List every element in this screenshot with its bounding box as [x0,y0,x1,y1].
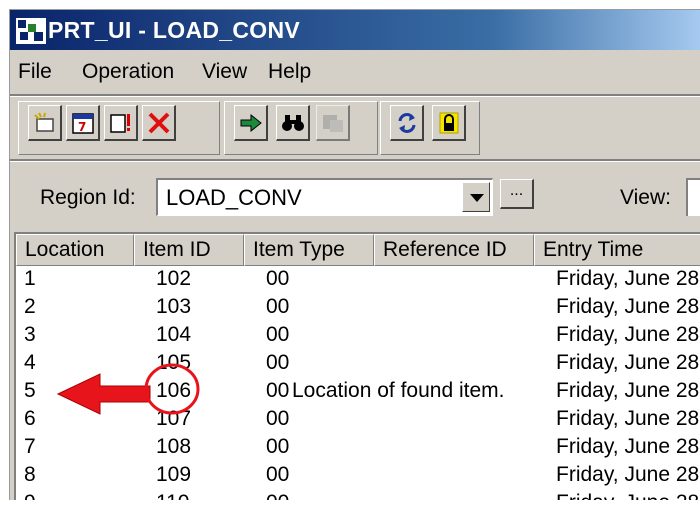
item-id-cell: 107 [156,407,192,430]
item-type-cell: 00 [266,490,289,500]
item-id-cell: 105 [156,351,192,374]
alert-document-icon [110,114,130,133]
entry-time-cell: Friday, June 28, [556,435,700,458]
delete-button[interactable] [142,105,176,141]
entry-time-cell: Friday, June 28, [556,267,700,290]
location-cell: 6 [24,407,36,430]
menu-operation[interactable]: Operation [82,60,174,84]
region-panel: Region Id: LOAD_CONV ... View: [10,162,700,236]
region-browse-button[interactable]: ... [500,179,534,209]
find-button[interactable] [276,105,310,141]
item-type-cell: 00 [266,379,290,402]
app-icon [16,18,46,44]
alert-document-button[interactable] [104,105,138,141]
view-select[interactable] [686,178,700,216]
menu-bar: File Operation View Help [10,50,700,94]
column-header-location[interactable]: Location [16,234,134,266]
table-row[interactable]: 5 106 00 Location of found item. Friday, Jun… [16,378,700,406]
item-id-cell: 103 [156,295,192,318]
new-button[interactable] [28,105,62,141]
delete-icon [148,112,170,134]
table-row[interactable]: 2 103 00 Friday, June 28, [16,294,700,322]
item-type-cell: 00 [266,267,290,290]
item-type-cell: 00 [266,407,290,430]
find-next-icon [323,115,343,132]
location-cell: 9 [24,490,36,500]
window-title: PRT_UI - LOAD_CONV [48,17,301,43]
item-type-cell: 00 [266,323,290,346]
entry-time-cell: Friday, June 28, [556,295,700,318]
table-row[interactable]: 3 104 00 Friday, June 28, [16,322,700,350]
region-id-value: LOAD_CONV [166,185,302,210]
item-id-cell: 110 [156,490,189,500]
item-id-cell: 102 [156,267,192,290]
region-dropdown-button[interactable] [462,182,490,212]
menu-file[interactable]: File [18,60,52,84]
item-type-cell: 00 [266,351,290,374]
item-list[interactable]: Location Item ID Item Type Reference ID … [14,232,700,500]
entry-time-cell: Friday, June 28, [556,323,700,346]
table-row[interactable]: 9 110 00 Friday, June 28, [16,490,700,500]
table-row[interactable]: 7 108 00 Friday, June 28, [16,434,700,462]
go-arrow-icon [240,113,262,133]
calendar-button[interactable]: 7 [66,105,100,141]
reference-id-cell: Location of found item. [292,379,505,402]
table-row[interactable]: 4 105 00 Friday, June 28, [16,350,700,378]
table-row[interactable]: 6 107 00 Friday, June 28, [16,406,700,434]
item-id-cell: 104 [156,323,192,346]
refresh-button[interactable] [390,105,424,141]
location-cell: 7 [24,435,36,458]
lock-icon [439,112,459,134]
column-header-item-type[interactable]: Item Type [244,234,374,266]
table-row[interactable]: 1 102 00 Friday, June 28, [16,266,700,294]
table-row[interactable]: 8 109 00 Friday, June 28, [16,462,700,490]
item-id-cell: 106 [156,379,192,402]
location-cell: 3 [24,323,36,346]
column-header-item-id[interactable]: Item ID [134,234,244,266]
lock-button[interactable] [432,105,466,141]
new-icon [34,112,54,132]
location-cell: 1 [24,267,36,290]
refresh-icon [398,113,416,133]
entry-time-cell: Friday, June 28, [556,351,700,374]
binoculars-find-icon [282,115,304,131]
title-bar[interactable]: PRT_UI - LOAD_CONV [10,10,700,50]
item-id-cell: 108 [156,435,192,458]
menu-view[interactable]: View [202,60,247,84]
go-button[interactable] [234,105,268,141]
find-next-button[interactable] [316,105,350,141]
view-label: View: [620,186,671,209]
location-cell: 5 [24,379,36,402]
location-cell: 8 [24,463,36,486]
item-id-cell: 109 [156,463,192,486]
item-type-cell: 00 [266,435,290,458]
chevron-down-icon [470,194,484,202]
location-cell: 2 [24,295,36,318]
entry-time-cell: Friday, June 28, [556,490,700,500]
region-id-label: Region Id: [40,186,136,209]
entry-time-cell: Friday, June 28, [556,463,700,486]
entry-time-cell: Friday, June 28, [556,379,700,402]
column-header-entry-time[interactable]: Entry Time [534,234,700,266]
location-cell: 4 [24,351,36,374]
svg-text:7: 7 [78,120,86,134]
item-type-cell: 00 [266,295,290,318]
calendar-icon: 7 [72,113,94,134]
entry-time-cell: Friday, June 28, [556,407,700,430]
region-id-select[interactable]: LOAD_CONV [156,178,493,216]
menu-help[interactable]: Help [268,60,311,84]
app-window: PRT_UI - LOAD_CONV File Operation View H… [9,9,700,500]
item-type-cell: 00 [266,463,290,486]
toolbar: 7 [10,97,700,159]
column-header-reference-id[interactable]: Reference ID [374,234,534,266]
